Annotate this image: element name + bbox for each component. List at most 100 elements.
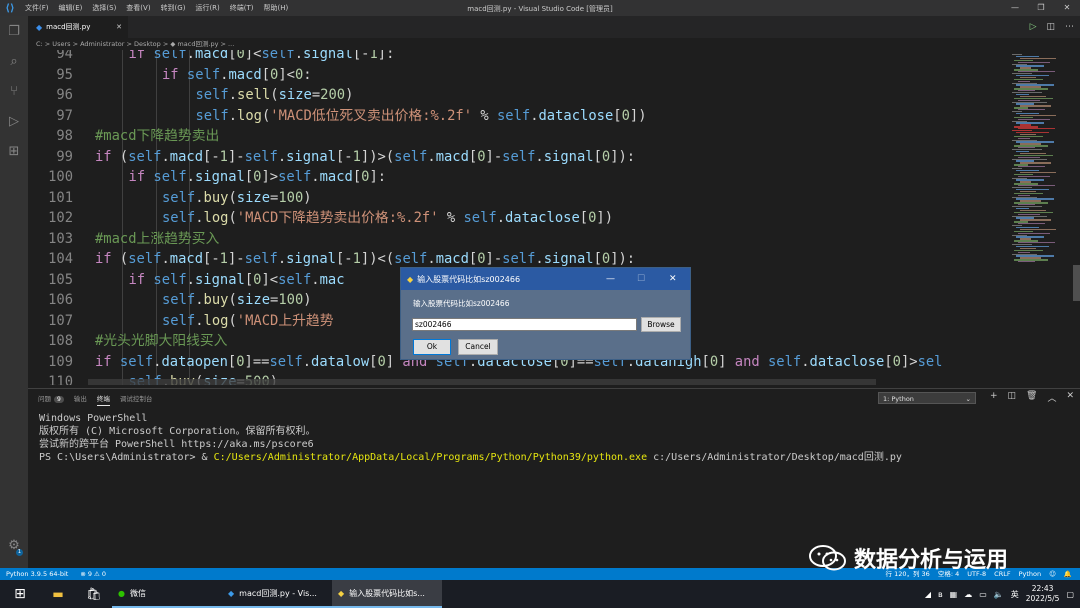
code-token: #macd上涨趋势买入	[95, 230, 220, 247]
code-token: ]==	[244, 353, 270, 370]
code-token: self	[278, 169, 312, 185]
explorer-icon[interactable]: ❐	[0, 16, 28, 46]
code-token: .	[195, 210, 204, 226]
code-line[interactable]: 102 self.log('MACD下降趋势卖出价格:%.2f' % self.d…	[28, 208, 1008, 229]
taskbar-dialog[interactable]: ◆ 输入股票代码比如s...	[332, 580, 442, 608]
code-line[interactable]: 99 if (self.macd[-1]-self.signal[-1])>(se…	[28, 147, 1008, 168]
code-token: )	[345, 87, 354, 103]
ime-indicator[interactable]: 英	[1011, 589, 1019, 600]
menu-help[interactable]: 帮助(H)	[259, 3, 294, 13]
split-terminal-icon[interactable]: ◫	[1007, 391, 1016, 404]
ok-button[interactable]: Ok	[413, 339, 451, 355]
minimize-icon[interactable]: —	[606, 268, 615, 290]
notifications-icon[interactable]: 🔔	[1064, 568, 1072, 580]
stock-code-dialog: ◆ 输入股票代码比如sz002466 — ☐ ✕ 输入股票代码比如sz00246…	[400, 267, 691, 360]
minimap[interactable]	[1008, 50, 1072, 385]
close-panel-icon[interactable]: ✕	[1066, 391, 1074, 404]
run-file-icon[interactable]: ▷	[1030, 22, 1037, 32]
restore-icon[interactable]: ❐	[1028, 0, 1054, 16]
code-line[interactable]: 98 #macd下降趋势卖出	[28, 126, 1008, 147]
taskbar-vscode[interactable]: ◆ macd回测.py - Vis...	[222, 580, 332, 608]
code-token: log	[237, 107, 262, 124]
notification-center-icon[interactable]: ▢	[1066, 590, 1074, 599]
search-icon[interactable]: ⌕	[0, 46, 28, 76]
more-actions-icon[interactable]: ⋯	[1065, 22, 1074, 32]
code-line[interactable]: 97 self.log('MACD低位死叉卖出价格:%.2f' % self.da…	[28, 106, 1008, 127]
menu-terminal[interactable]: 终端(T)	[225, 3, 259, 13]
close-icon[interactable]: ✕	[669, 268, 677, 290]
run-debug-icon[interactable]: ▷	[0, 106, 28, 136]
terminal-output[interactable]: Windows PowerShell 版权所有 (C) Microsoft Cor…	[39, 412, 902, 464]
taskbar-wechat[interactable]: ● 微信	[112, 580, 222, 608]
language-mode[interactable]: Python	[1019, 568, 1042, 580]
battery-icon[interactable]: ▭	[979, 590, 987, 599]
menu-bar: 文件(F) 编辑(E) 选择(S) 查看(V) 转到(G) 运行(R) 终端(T…	[20, 3, 293, 13]
editor-vertical-scrollbar[interactable]	[1072, 50, 1080, 385]
code-token: self	[496, 107, 531, 124]
network-icon[interactable]: ▦	[950, 590, 958, 599]
extensions-icon[interactable]: ⊞	[0, 136, 28, 166]
cloud-icon[interactable]: ☁	[964, 590, 972, 599]
code-token: [	[352, 169, 362, 185]
new-terminal-icon[interactable]: +	[990, 391, 998, 404]
tab-macd[interactable]: ◆ macd回测.py ✕	[28, 16, 128, 38]
scrollbar-thumb[interactable]	[1073, 265, 1080, 301]
kill-terminal-icon[interactable]: 🗑	[1026, 391, 1037, 404]
code-token: [-	[203, 251, 220, 267]
tab-close-icon[interactable]: ✕	[116, 23, 122, 31]
split-editor-icon[interactable]: ◫	[1046, 22, 1055, 32]
code-line[interactable]: 103 #macd上涨趋势买入	[28, 229, 1008, 250]
cancel-button[interactable]: Cancel	[458, 339, 498, 355]
code-line[interactable]: 94 if self.macd[0]<self.signal[-1]:	[28, 50, 1008, 65]
dialog-title-bar[interactable]: ◆ 输入股票代码比如sz002466 — ☐ ✕	[401, 268, 690, 290]
browse-button[interactable]: Browse	[641, 317, 681, 332]
close-icon[interactable]: ✕	[1054, 0, 1080, 16]
feedback-icon[interactable]: ☺	[1049, 568, 1056, 580]
minimize-icon[interactable]: —	[1002, 0, 1028, 16]
volume-icon[interactable]: 🔈	[994, 590, 1004, 599]
code-token: #macd下降趋势卖出	[95, 128, 220, 144]
code-line[interactable]: 101 self.buy(size=100)	[28, 188, 1008, 209]
line-number: 95	[56, 66, 73, 83]
system-clock[interactable]: 22:43 2022/5/5	[1026, 584, 1060, 604]
editor-horizontal-scrollbar[interactable]	[88, 379, 876, 385]
windows-start-icon[interactable]: ⊞	[0, 580, 40, 608]
line-number: 97	[56, 107, 73, 124]
chevron-down-icon: ⌄	[965, 395, 971, 403]
tab-output[interactable]: 输出	[74, 393, 87, 406]
code-token: size	[236, 292, 271, 308]
source-control-icon[interactable]: ⑂	[0, 76, 28, 106]
tray-arrow-icon[interactable]: ◢	[925, 590, 931, 599]
breadcrumb[interactable]: C: > Users > Administrator > Desktop > ◆…	[28, 38, 1080, 50]
store-icon[interactable]: 🛍	[76, 580, 112, 608]
menu-go[interactable]: 转到(G)	[156, 3, 191, 13]
wechat-icon: ●	[118, 588, 125, 598]
tab-debug-console[interactable]: 调试控制台	[120, 393, 153, 406]
stock-code-input[interactable]: sz002466	[412, 318, 637, 331]
python-interpreter[interactable]: Python 3.9.5 64-bit	[6, 568, 68, 580]
code-line[interactable]: 100 if self.signal[0]>self.macd[0]:	[28, 167, 1008, 188]
code-token: 1	[219, 148, 228, 165]
code-token: ])>(	[360, 148, 395, 165]
file-explorer-icon[interactable]: ▬	[40, 580, 76, 608]
menu-file[interactable]: 文件(F)	[20, 3, 54, 13]
terminal-select[interactable]: 1: Python ⌄	[878, 392, 976, 404]
problems-status[interactable]: ⊗ 9 ⚠ 0	[80, 568, 106, 580]
menu-selection[interactable]: 选择(S)	[87, 3, 121, 13]
maximize-panel-icon[interactable]: ︿	[1047, 391, 1056, 404]
code-token: 0	[236, 50, 245, 62]
menu-edit[interactable]: 编辑(E)	[54, 3, 88, 13]
code-token: signal	[303, 50, 353, 62]
menu-view[interactable]: 查看(V)	[121, 3, 155, 13]
manage-gear-icon[interactable]: ⚙ 1	[0, 530, 28, 560]
dialog-body: 输入股票代码比如sz002466 sz002466 Browse Ok Canc…	[401, 290, 690, 359]
code-line[interactable]: 95 if self.macd[0]<0:	[28, 65, 1008, 86]
code-token: dataclose	[505, 210, 580, 226]
menu-run[interactable]: 运行(R)	[190, 3, 224, 13]
code-line[interactable]: 96 self.sell(size=200)	[28, 85, 1008, 106]
bluetooth-icon[interactable]: ʙ	[938, 590, 943, 599]
code-token: ])	[596, 210, 614, 226]
tab-problems[interactable]: 问题 9	[38, 393, 64, 406]
tab-terminal[interactable]: 终端	[96, 393, 110, 406]
minimap-line	[1018, 109, 1045, 111]
